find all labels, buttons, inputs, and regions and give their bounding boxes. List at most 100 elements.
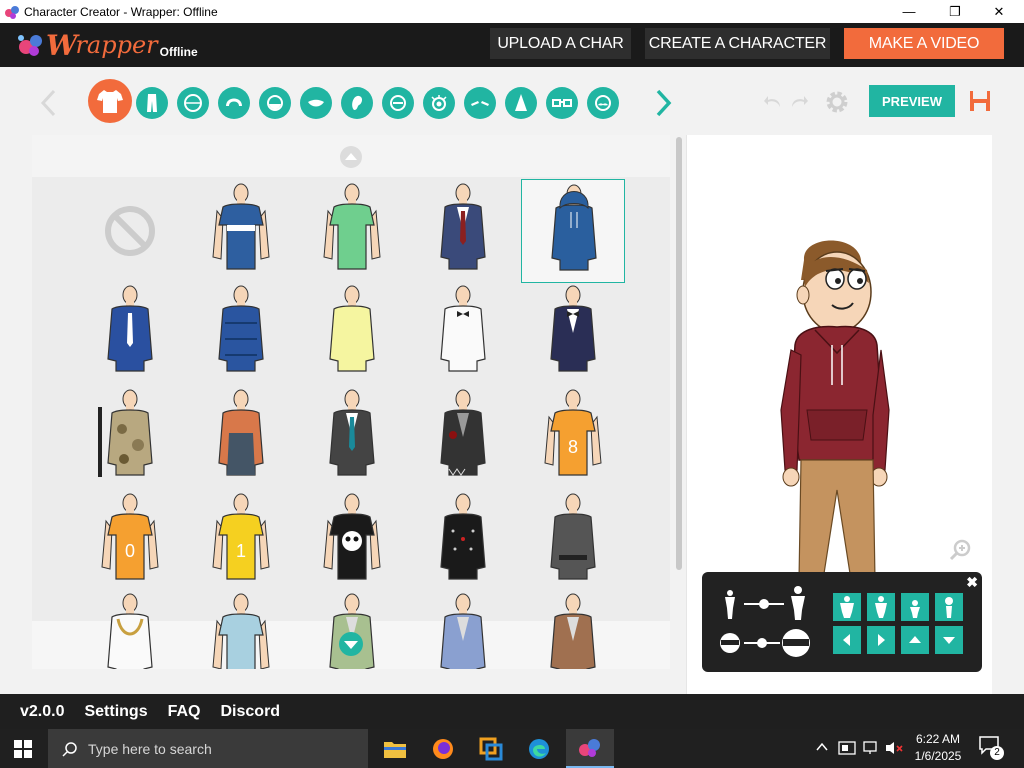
clothing-item-icon (218, 389, 264, 476)
faq-link[interactable]: FAQ (168, 703, 201, 721)
category-eyes[interactable] (423, 87, 455, 119)
firefox-button[interactable] (420, 729, 466, 768)
clothing-item-icon (440, 593, 486, 669)
start-button[interactable] (0, 729, 46, 768)
prev-category-arrow-icon[interactable] (38, 87, 58, 119)
clothing-item[interactable] (189, 385, 293, 489)
height-slider[interactable] (720, 586, 812, 620)
edge-icon (529, 738, 549, 759)
windows-taskbar: Type here to search 6:22 AM 1/6/2025 2 (0, 729, 1024, 768)
show-hidden-icons-icon[interactable] (816, 742, 828, 752)
category-hair[interactable] (218, 87, 250, 119)
upload-char-button[interactable]: UPLOAD A CHAR (490, 28, 631, 59)
clothing-item[interactable] (300, 385, 404, 489)
body-type-4-button[interactable] (935, 593, 963, 621)
clothing-item[interactable]: 0 (78, 489, 182, 593)
clothing-item[interactable]: 8 (521, 385, 625, 489)
taskbar-search[interactable]: Type here to search (48, 729, 368, 768)
move-right-button[interactable] (867, 626, 895, 654)
clothing-item[interactable] (411, 589, 515, 669)
move-up-button[interactable] (901, 626, 929, 654)
undo-icon[interactable] (764, 93, 782, 109)
close-panel-icon[interactable]: ✖ (966, 574, 978, 591)
move-down-button[interactable] (935, 626, 963, 654)
move-left-button[interactable] (833, 626, 861, 654)
create-character-button[interactable]: CREATE A CHARACTER (645, 28, 830, 59)
category-eyebrows[interactable] (464, 87, 496, 119)
windows-app-icon (479, 737, 503, 760)
clothing-item[interactable] (78, 385, 182, 489)
clothing-item[interactable] (300, 589, 404, 669)
clothing-item[interactable] (521, 281, 625, 385)
volume-muted-icon[interactable] (884, 740, 904, 756)
head-size-slider[interactable] (718, 626, 814, 660)
clothing-item[interactable] (411, 489, 515, 593)
clothing-item[interactable] (189, 179, 293, 283)
clothing-item[interactable] (521, 489, 625, 593)
network-icon[interactable] (862, 740, 880, 756)
category-pants[interactable] (136, 87, 168, 119)
clothing-item-icon: 0 (101, 493, 159, 580)
app-button-blue[interactable] (468, 729, 514, 768)
clothing-item-icon (323, 183, 381, 270)
category-mouth[interactable] (300, 87, 332, 119)
category-glasses[interactable] (546, 87, 578, 119)
clothing-none-option[interactable] (78, 179, 182, 283)
category-face[interactable] (177, 87, 209, 119)
battery-status-icon[interactable] (838, 740, 856, 756)
clothing-item[interactable] (411, 385, 515, 489)
glasses-icon (552, 99, 572, 107)
body-type-1-button[interactable] (833, 593, 861, 621)
svg-text:0: 0 (125, 541, 135, 561)
clothing-item[interactable] (300, 281, 404, 385)
category-beard[interactable] (259, 87, 291, 119)
notifications-button[interactable]: 2 (978, 735, 1006, 763)
category-shirt-selected[interactable] (88, 79, 132, 123)
file-explorer-button[interactable] (372, 729, 418, 768)
next-category-arrow-icon[interactable] (654, 87, 674, 119)
grid-scrollbar[interactable] (676, 137, 682, 570)
category-ear[interactable] (341, 87, 373, 119)
clothing-item[interactable] (78, 589, 182, 669)
close-button[interactable]: ✕ (976, 0, 1022, 23)
body-type-3-button[interactable] (901, 593, 929, 621)
minimize-button[interactable]: — (886, 0, 932, 23)
windows-logo-icon (14, 739, 32, 758)
maximize-button[interactable]: ❐ (932, 0, 978, 23)
scroll-down-icon[interactable] (338, 631, 364, 657)
settings-gear-icon[interactable] (824, 89, 850, 115)
zoom-icon[interactable] (949, 539, 971, 561)
clothing-item[interactable]: 1 (189, 489, 293, 593)
notification-count: 2 (990, 746, 1004, 760)
clothing-item-icon (323, 493, 381, 580)
clothing-item-icon (440, 285, 486, 372)
clothing-item[interactable] (189, 281, 293, 385)
wrapper-logo[interactable]: Wrapper Offline (16, 27, 198, 63)
taskbar-clock[interactable]: 6:22 AM 1/6/2025 (906, 731, 970, 765)
edge-button[interactable] (516, 729, 562, 768)
face-shape-icon (184, 94, 202, 112)
clothing-item[interactable] (300, 489, 404, 593)
category-nose[interactable] (505, 87, 537, 119)
save-icon[interactable] (968, 89, 992, 113)
body-type-2-button[interactable] (867, 593, 895, 621)
category-mustache[interactable] (587, 87, 619, 119)
redo-icon[interactable] (790, 93, 808, 109)
clothing-item[interactable] (521, 589, 625, 669)
clothing-item[interactable] (521, 179, 625, 283)
clothing-item[interactable] (189, 589, 293, 669)
wrapper-taskbar-button[interactable] (566, 729, 614, 768)
clothing-item-icon (212, 593, 270, 669)
clothing-item[interactable] (411, 281, 515, 385)
search-icon (62, 741, 77, 757)
clothing-item-icon: 8 (544, 389, 602, 476)
preview-button[interactable]: PREVIEW (869, 85, 955, 117)
settings-link[interactable]: Settings (84, 703, 147, 721)
make-video-button[interactable]: MAKE A VIDEO (844, 28, 1004, 59)
clothing-item[interactable] (300, 179, 404, 283)
category-head-accessory[interactable] (382, 87, 414, 119)
scroll-up-icon[interactable] (339, 145, 363, 169)
clothing-item[interactable] (411, 179, 515, 283)
clothing-item[interactable] (78, 281, 182, 385)
discord-link[interactable]: Discord (221, 703, 281, 721)
